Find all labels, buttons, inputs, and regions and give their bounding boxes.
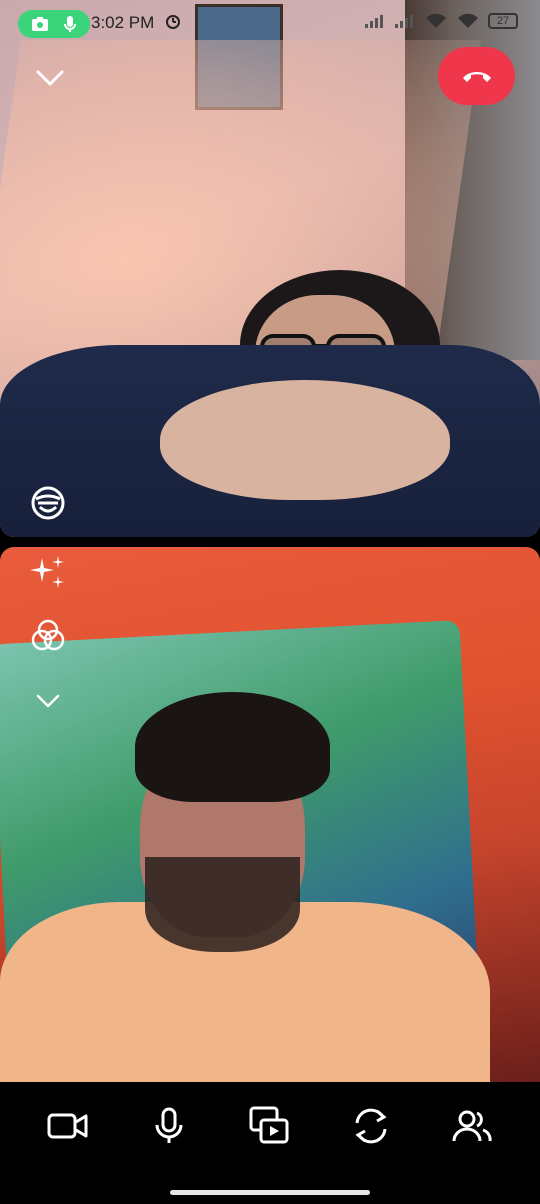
media-share-icon <box>249 1106 289 1144</box>
status-bar: 3:02 PM 27 <box>0 0 540 44</box>
microphone-icon <box>155 1107 183 1143</box>
sparkle-icon <box>30 556 64 588</box>
face-effects-icon <box>31 486 65 520</box>
recording-indicator <box>18 10 90 38</box>
self-video-feed[interactable] <box>0 547 540 1082</box>
filters-button[interactable] <box>28 616 68 656</box>
video-toggle-button[interactable] <box>44 1102 92 1150</box>
flip-camera-icon <box>355 1108 387 1144</box>
self-view-tools <box>28 552 68 744</box>
alarm-icon <box>166 15 180 29</box>
system-icons: 27 <box>364 12 518 30</box>
signal-icon-2 <box>395 15 413 28</box>
filter-circles-icon <box>31 619 65 651</box>
participants-button[interactable] <box>448 1102 496 1150</box>
face-effects-button[interactable] <box>28 483 68 523</box>
call-controls-toolbar <box>0 1090 540 1162</box>
phone-hangup-icon <box>462 72 491 82</box>
chevron-down-icon <box>36 694 60 708</box>
media-share-button[interactable] <box>246 1102 294 1150</box>
video-camera-icon <box>47 1113 88 1139</box>
flip-camera-button[interactable] <box>347 1102 395 1150</box>
sparkle-effects-button[interactable] <box>28 552 68 592</box>
remote-video-feed[interactable]: 3:02 PM 27 <box>0 0 540 537</box>
battery-level: 27 <box>496 15 510 27</box>
wifi-icon <box>426 13 446 28</box>
clock: 3:02 PM <box>91 13 155 32</box>
self-person-beard <box>145 857 300 952</box>
microphone-toggle-button[interactable] <box>145 1102 193 1150</box>
participants-icon <box>452 1110 492 1142</box>
signal-icon <box>365 15 383 28</box>
wifi-icon-2 <box>458 13 478 28</box>
self-person-hair <box>135 692 330 802</box>
home-indicator[interactable] <box>170 1190 370 1195</box>
end-call-button[interactable] <box>438 47 515 105</box>
camera-icon <box>32 17 48 31</box>
battery-indicator: 27 <box>488 13 518 29</box>
chevron-down-icon <box>36 70 64 86</box>
heart-hands <box>160 380 450 500</box>
mic-icon <box>64 16 76 32</box>
more-tools-button[interactable] <box>28 680 68 720</box>
collapse-button[interactable] <box>34 64 66 92</box>
